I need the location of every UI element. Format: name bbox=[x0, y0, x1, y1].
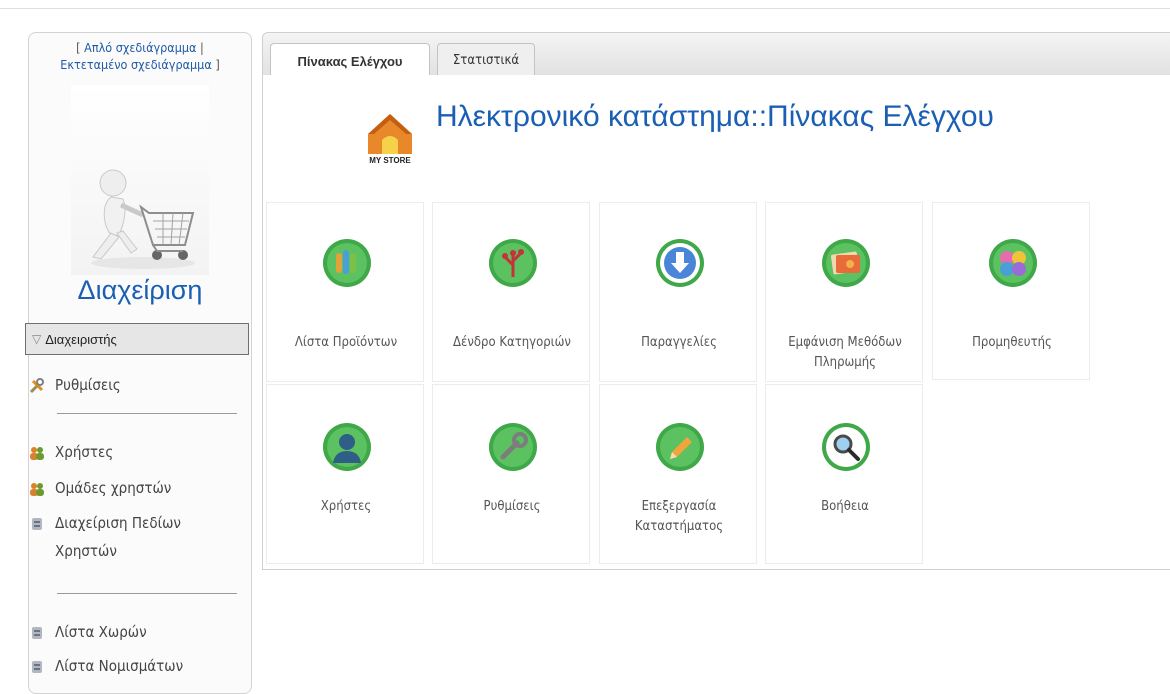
sidebar-item-label: Διαχείριση Πεδίων Χρηστών bbox=[55, 514, 181, 560]
sidebar-divider bbox=[57, 413, 237, 414]
sidebar-divider bbox=[57, 593, 237, 594]
page-title: Ηλεκτρονικό κατάστημα::Πίνακας Ελέγχου bbox=[436, 100, 994, 133]
tile-category-tree[interactable]: Δένδρο Κατηγοριών bbox=[432, 202, 590, 382]
category-tree-icon bbox=[489, 239, 537, 287]
tile-help[interactable]: Βοήθεια bbox=[765, 384, 923, 564]
plugin-icon bbox=[32, 627, 42, 639]
pencil-icon bbox=[656, 423, 704, 471]
tile-label: Δένδρο Κατηγοριών bbox=[453, 335, 571, 350]
tab-statistics[interactable]: Στατιστικά bbox=[437, 43, 535, 77]
section-header-label: Διαχειριστής bbox=[45, 331, 117, 347]
admin-section-header[interactable]: ▽ Διαχειριστής bbox=[25, 323, 249, 355]
orders-download-icon bbox=[656, 239, 704, 287]
tile-payment-methods[interactable]: Εμφάνιση Μεθόδων Πληρωμής bbox=[765, 202, 923, 382]
sidebar-item-label: Ρυθμίσεις bbox=[55, 376, 121, 394]
payment-methods-icon bbox=[822, 239, 870, 287]
tile-label: Προμηθευτής bbox=[972, 335, 1052, 350]
magnifier-icon bbox=[822, 423, 870, 471]
logo-text: MY STORE bbox=[369, 156, 411, 165]
bracket-close: ] bbox=[215, 57, 220, 72]
sidebar-item-user-groups[interactable]: Ομάδες χρηστών bbox=[29, 479, 251, 502]
plugin-icon bbox=[32, 518, 42, 530]
tab-bar: Πίνακας Ελέγχου Στατιστικά bbox=[262, 32, 1170, 78]
sidebar-item-users[interactable]: Χρήστες bbox=[29, 443, 251, 466]
my-store-logo: MY STORE bbox=[360, 110, 420, 168]
sidebar-item-settings[interactable]: Ρυθμίσεις bbox=[29, 376, 251, 399]
sidebar-item-currencies[interactable]: Λίστα Νομισμάτων bbox=[29, 657, 251, 680]
bracket-open: [ bbox=[76, 40, 81, 55]
user-icon bbox=[323, 423, 371, 471]
tab-control-panel[interactable]: Πίνακας Ελέγχου bbox=[270, 43, 430, 78]
users-icon bbox=[30, 447, 44, 460]
layout-separator: | bbox=[200, 40, 204, 55]
tile-label: Βοήθεια bbox=[821, 499, 869, 514]
sidebar: [ Απλό σχεδιάγραμμα | Εκτεταμένο σχεδιάγ… bbox=[25, 32, 252, 694]
tile-label: Χρήστες bbox=[320, 499, 372, 514]
sidebar-item-countries[interactable]: Λίστα Χωρών bbox=[29, 623, 251, 646]
tile-label: Επεξεργασία Καταστήματος bbox=[634, 499, 724, 534]
sidebar-item-label: Χρήστες bbox=[55, 443, 114, 461]
shopping-cart-icon bbox=[91, 169, 195, 269]
shopping-cart-figure bbox=[71, 85, 209, 275]
vendor-icon bbox=[989, 239, 1037, 287]
plugin-icon bbox=[32, 661, 42, 673]
tile-vendor[interactable]: Προμηθευτής bbox=[932, 202, 1090, 380]
tile-product-list[interactable]: Λίστα Προϊόντων bbox=[266, 202, 424, 382]
tile-label: Παραγγελίες bbox=[641, 335, 717, 350]
tile-settings[interactable]: Ρυθμίσεις bbox=[432, 384, 590, 564]
product-list-icon bbox=[323, 239, 371, 287]
wrench-icon bbox=[489, 423, 537, 471]
tile-users[interactable]: Χρήστες bbox=[266, 384, 424, 564]
tile-label: Λίστα Προϊόντων bbox=[294, 335, 398, 350]
tile-edit-store[interactable]: Επεξεργασία Καταστήματος bbox=[599, 384, 757, 564]
sidebar-item-label: Ομάδες χρηστών bbox=[55, 479, 172, 497]
user-groups-icon bbox=[30, 483, 44, 496]
tools-icon bbox=[29, 378, 44, 394]
extended-layout-link[interactable]: Εκτεταμένο σχεδιάγραμμα bbox=[60, 57, 211, 72]
store-house-icon: MY STORE bbox=[368, 114, 412, 165]
layout-switcher: [ Απλό σχεδιάγραμμα | Εκτεταμένο σχεδιάγ… bbox=[29, 39, 251, 73]
sidebar-item-label: Λίστα Νομισμάτων bbox=[55, 657, 184, 675]
tile-label: Εμφάνιση Μεθόδων Πληρωμής bbox=[788, 335, 902, 370]
chevron-down-icon: ▽ bbox=[32, 332, 42, 346]
tile-label: Ρυθμίσεις bbox=[483, 499, 541, 514]
tile-orders[interactable]: Παραγγελίες bbox=[599, 202, 757, 382]
sidebar-item-user-fields[interactable]: Διαχείριση Πεδίων Χρηστών bbox=[29, 514, 219, 565]
sidebar-item-label: Λίστα Χωρών bbox=[55, 623, 147, 641]
admin-title: Διαχείριση bbox=[77, 275, 203, 305]
simple-layout-link[interactable]: Απλό σχεδιάγραμμα bbox=[84, 40, 196, 55]
top-divider bbox=[0, 8, 1170, 9]
